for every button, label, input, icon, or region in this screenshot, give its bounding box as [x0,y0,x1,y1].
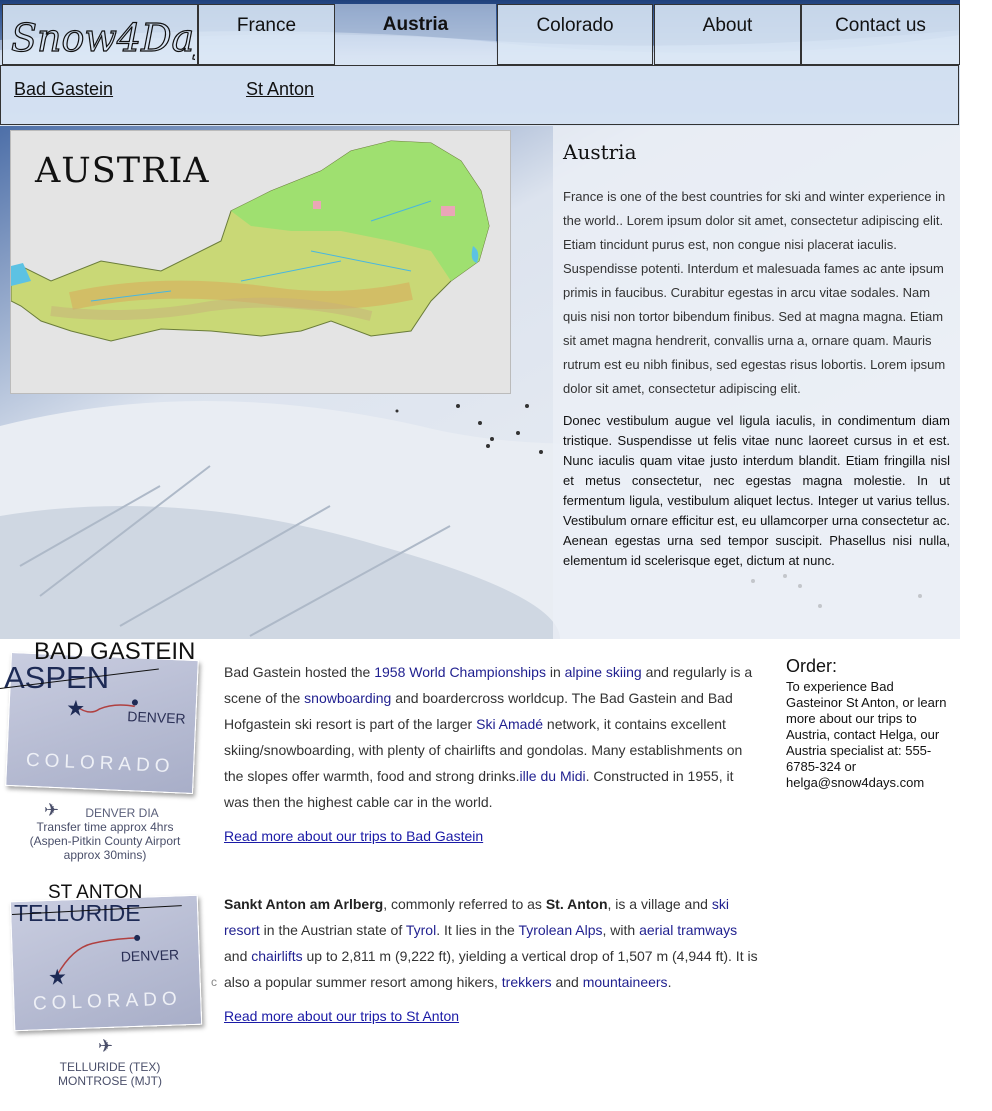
wiki-link[interactable]: ille du Midi [519,768,585,784]
airport-alt: MONTROSE (MJT) [58,1074,162,1088]
tab-colorado[interactable]: Colorado [497,4,653,65]
airport-alt-time: approx 30mins) [63,848,147,862]
map-denver-label: DENVER [126,708,186,727]
tab-about[interactable]: About [654,4,801,65]
subnav-link-bad-gastein[interactable]: Bad Gastein [14,79,113,100]
austria-map: AUSTRIA [10,130,511,394]
wiki-link[interactable]: 1958 World Championships [374,664,546,680]
airport-name: DENVER DIA [85,806,159,820]
order-contact-text: To experience Bad Gasteinor St Anton, or… [786,679,947,790]
airport-name: TELLURIDE (TEX) [59,1060,161,1074]
read-more-bad-gastein-link[interactable]: Read more about our trips to Bad Gastein [224,828,483,844]
destination-description: Bad Gastein hosted the 1958 World Champi… [224,664,753,810]
logo-text: Snow4Days [11,16,195,60]
read-more-st-anton-link[interactable]: Read more about our trips to St Anton [224,1008,459,1024]
tab-label: Contact us [835,15,926,36]
intro-paragraph: France is one of the best countries for … [563,189,946,396]
map-denver-label: DENVER [120,946,180,965]
airport-info: TELLURIDE (TEX) MONTROSE (MJT) [10,1060,210,1088]
tab-label: Austria [382,14,449,35]
airplane-icon: ✈ [98,1036,114,1056]
airport-alt: (Aspen-Pitkin County Airport [29,834,181,848]
tab-label: About [702,15,753,36]
hero-section: AUSTRIA Austria France is one of the bes… [0,126,960,639]
destination-description: Sankt Anton am Arlberg, commonly referre… [224,896,758,990]
sub-navigation: Bad Gastein St Anton [0,65,959,125]
country-info-panel: Austria France is one of the best countr… [553,126,960,639]
subnav-link-st-anton[interactable]: St Anton [246,79,314,100]
map-title: AUSTRIA [35,151,210,191]
wiki-link[interactable]: Tyrolean Alps [518,922,602,938]
wiki-link[interactable]: trekkers [502,974,552,990]
main-navigation: Snow4Days France Austria Colorado About … [0,0,960,126]
wiki-link[interactable]: Tyrol [406,922,436,938]
second-paragraph: Donec vestibulum augue vel ligula iaculi… [563,413,950,568]
wiki-link[interactable]: mountaineers [583,974,668,990]
destination-title: ST ANTON [48,882,143,903]
site-header: Snow4Days France Austria Colorado About … [0,0,960,126]
wiki-link[interactable]: snowboarding [304,690,391,706]
logo-handwritten: Snow4Days [10,15,195,60]
destination-title: BAD GASTEIN [34,638,196,665]
tab-label: Colorado [536,15,614,36]
airport-info: DENVER DIA Transfer time approx 4hrs (As… [10,806,200,862]
tab-france[interactable]: France [198,4,335,65]
wiki-link[interactable]: chairlifts [251,948,302,964]
panel-title: Austria [563,140,637,164]
wiki-link[interactable]: aerial tramways [639,922,737,938]
wiki-link[interactable]: alpine skiing [565,664,642,680]
tab-contact[interactable]: Contact us [801,4,960,65]
order-title: Order: [786,656,838,676]
logo[interactable]: Snow4Days [2,4,198,65]
order-sidebar: Order: To experience Bad Gasteinor St An… [786,656,951,791]
stray-character: c [211,975,217,989]
airport-transfer: Transfer time approx 4hrs [36,820,174,834]
tab-austria[interactable]: Austria [335,4,496,65]
wiki-link[interactable]: Ski Amadé [476,716,543,732]
tab-label: France [236,15,297,36]
